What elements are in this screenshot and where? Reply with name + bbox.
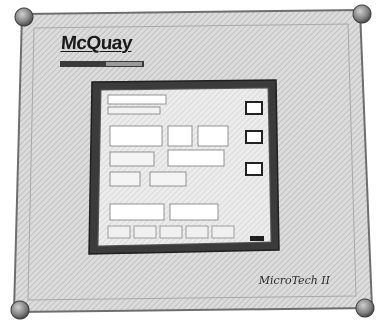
brand-tagline-block <box>106 62 142 66</box>
screen-key[interactable] <box>133 225 157 239</box>
screw-icon <box>14 7 34 27</box>
screen-button[interactable] <box>245 162 263 176</box>
model-name: MicroTech II <box>258 274 330 287</box>
screen-field <box>149 171 187 187</box>
screen-header-bar <box>107 94 167 105</box>
screen-key[interactable] <box>211 225 235 239</box>
screen-field <box>169 203 219 221</box>
screen-field <box>167 125 193 147</box>
screen-button[interactable] <box>245 130 263 144</box>
screen-field <box>197 125 229 147</box>
screen-bottom-keys <box>107 225 235 239</box>
screen-key[interactable] <box>159 225 183 239</box>
brand-logo-text: McQuay <box>60 33 133 54</box>
screen-button-small[interactable] <box>250 236 264 241</box>
screen-key[interactable] <box>107 225 131 239</box>
screen-field <box>109 151 155 167</box>
screen-button[interactable] <box>245 101 263 115</box>
screw-icon <box>10 300 30 320</box>
screen-key[interactable] <box>185 225 209 239</box>
screw-icon <box>352 4 372 24</box>
screen-field <box>109 125 163 147</box>
photo-scene: McQuay MicroTech II <box>0 0 377 330</box>
screen-field <box>109 203 165 221</box>
screen-field <box>109 171 141 187</box>
screw-icon <box>355 298 375 318</box>
screen-header-bar-2 <box>107 106 161 115</box>
screen-field <box>167 149 225 167</box>
